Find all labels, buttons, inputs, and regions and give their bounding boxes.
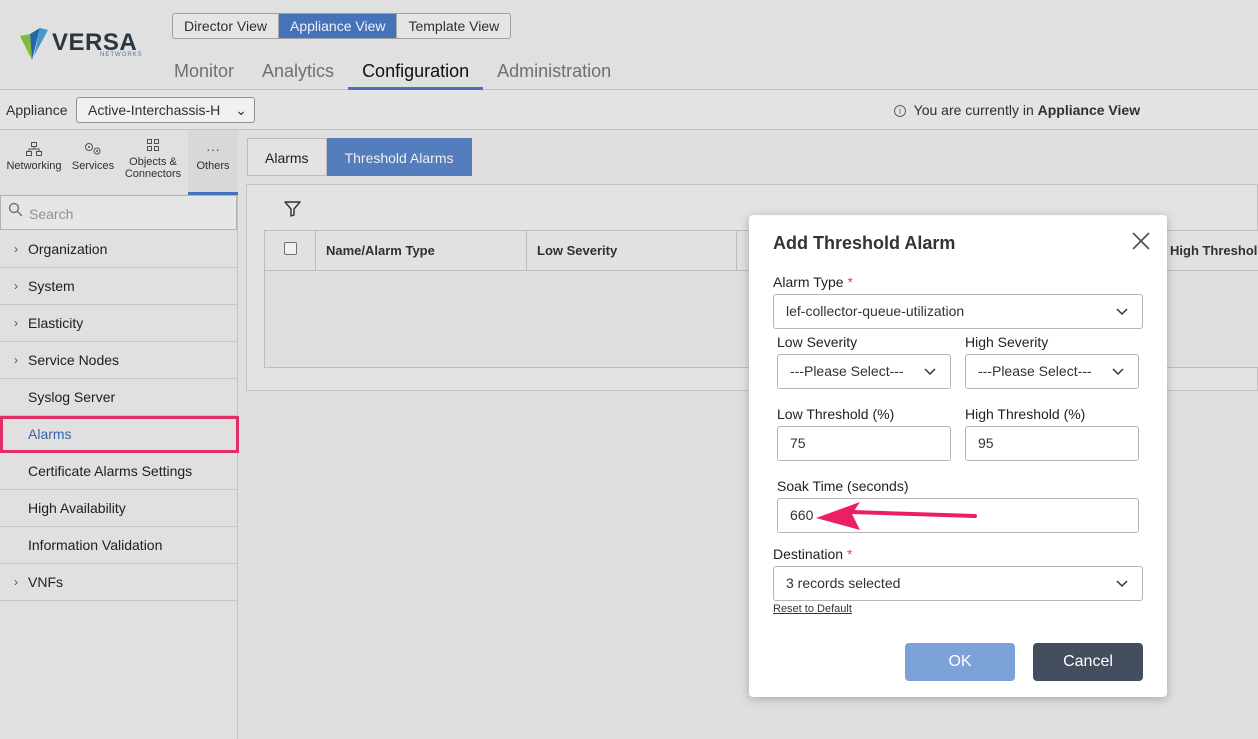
destination-value: 3 records selected — [786, 575, 901, 591]
high-severity-select[interactable]: ---Please Select--- — [965, 354, 1139, 389]
alarm-type-label-text: Alarm Type — [773, 274, 844, 290]
high-threshold-label: High Threshold (%) — [965, 406, 1086, 422]
chevron-down-icon — [1116, 295, 1128, 328]
chevron-down-icon — [1112, 355, 1124, 388]
ok-button[interactable]: OK — [905, 643, 1015, 681]
low-severity-value: ---Please Select--- — [790, 363, 904, 379]
destination-label-text: Destination — [773, 546, 844, 562]
low-severity-label: Low Severity — [777, 334, 858, 350]
high-severity-value: ---Please Select--- — [978, 363, 1092, 379]
add-threshold-alarm-dialog: Add Threshold Alarm Alarm Type * lef-coll… — [749, 215, 1167, 697]
alarm-type-select[interactable]: lef-collector-queue-utilization — [773, 294, 1143, 329]
required-marker: * — [847, 274, 853, 290]
dialog-title: Add Threshold Alarm — [773, 233, 956, 253]
chevron-down-icon — [924, 355, 936, 388]
alarm-type-label: Alarm Type * — [773, 274, 853, 290]
annotation-arrow-icon — [816, 502, 977, 530]
low-threshold-input[interactable]: 75 — [777, 426, 951, 461]
high-threshold-input[interactable]: 95 — [965, 426, 1139, 461]
high-severity-label: High Severity — [965, 334, 1049, 350]
soak-time-label: Soak Time (seconds) — [777, 478, 909, 494]
close-icon[interactable] — [1132, 232, 1150, 254]
alarm-type-value: lef-collector-queue-utilization — [786, 303, 965, 319]
cancel-button[interactable]: Cancel — [1033, 643, 1143, 681]
destination-label: Destination * — [773, 546, 853, 562]
destination-select[interactable]: 3 records selected — [773, 566, 1143, 601]
low-threshold-label: Low Threshold (%) — [777, 406, 895, 422]
reset-to-default-link[interactable]: Reset to Default — [773, 603, 852, 615]
required-marker: * — [847, 546, 853, 562]
low-severity-select[interactable]: ---Please Select--- — [777, 354, 951, 389]
chevron-down-icon — [1116, 567, 1128, 600]
